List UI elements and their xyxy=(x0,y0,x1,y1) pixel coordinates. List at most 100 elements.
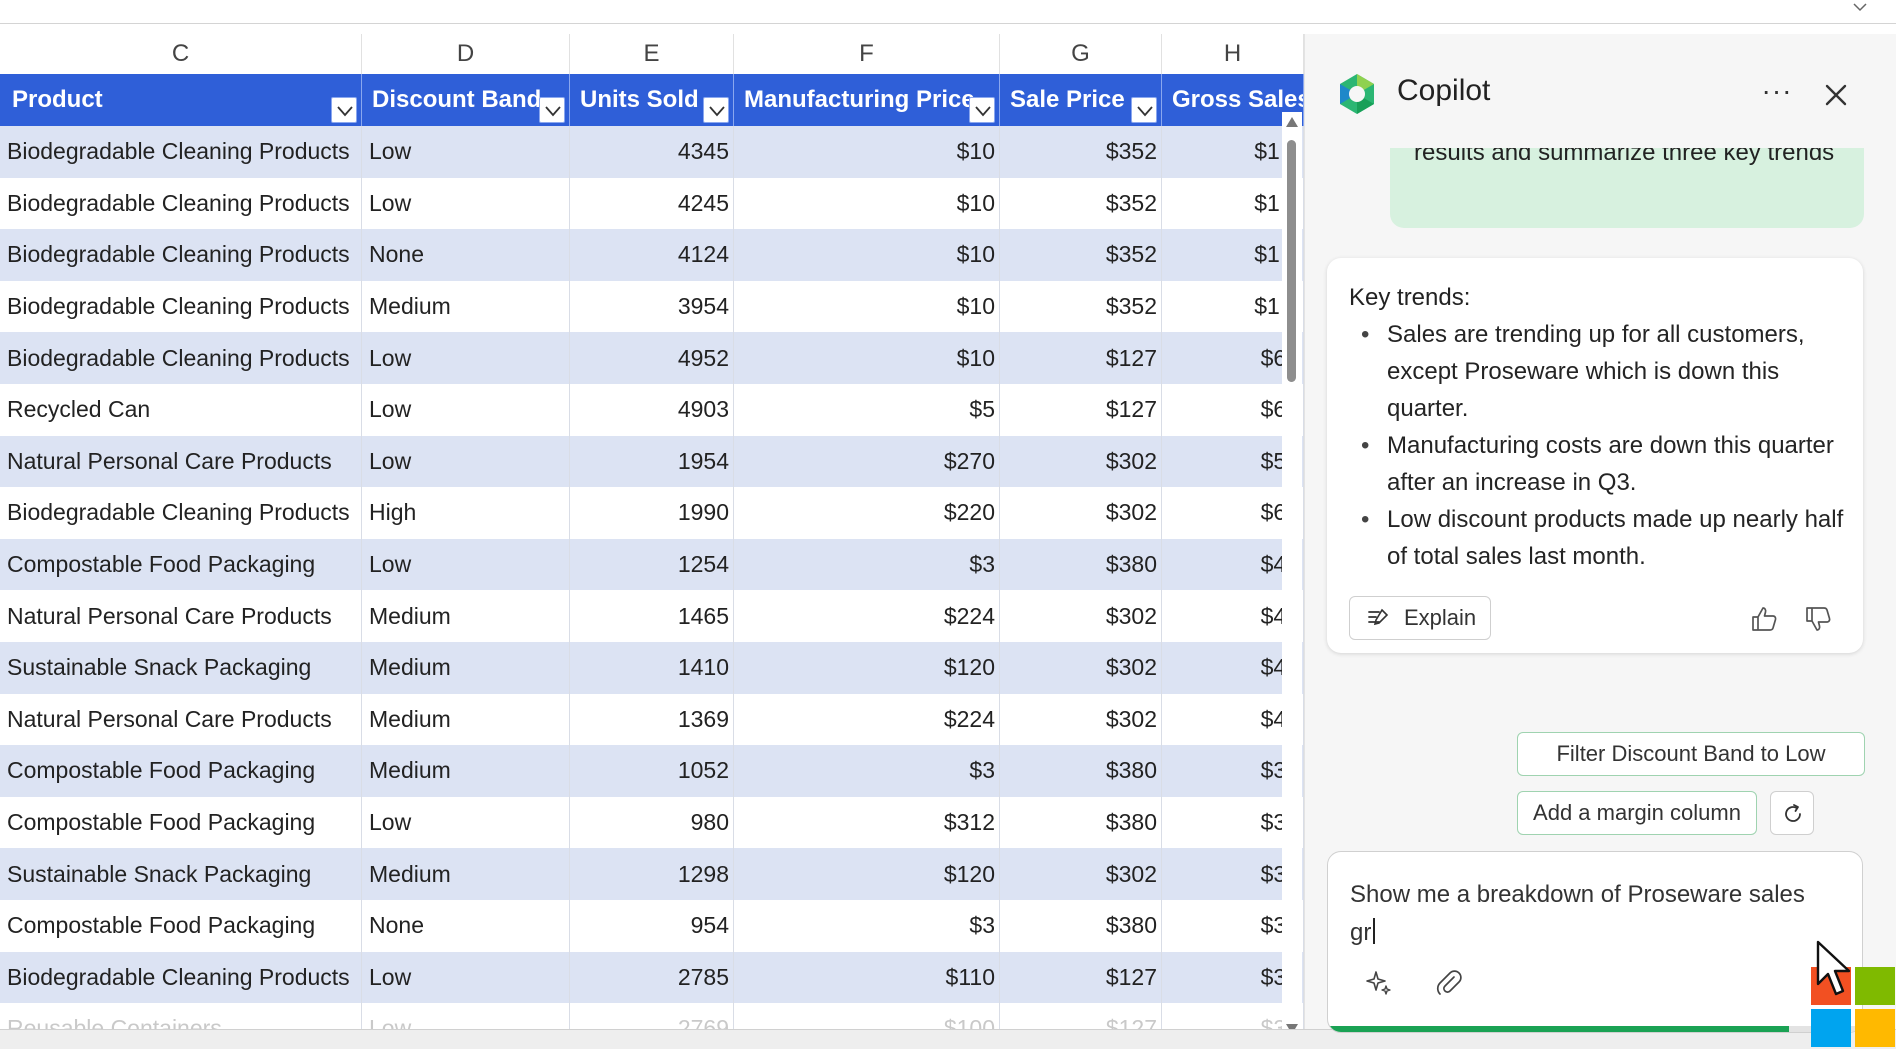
close-icon[interactable] xyxy=(1819,78,1853,112)
table-cell[interactable]: $10 xyxy=(734,126,1000,178)
table-cell[interactable]: Medium xyxy=(362,280,570,333)
table-cell[interactable]: 1990 xyxy=(570,487,734,539)
table-cell[interactable]: $10 xyxy=(734,229,1000,281)
table-cell[interactable]: Biodegradable Cleaning Products xyxy=(0,126,362,178)
column-letter[interactable]: D xyxy=(362,34,570,74)
table-cell[interactable]: $380 xyxy=(1000,899,1162,952)
table-cell[interactable]: 1954 xyxy=(570,435,734,488)
table-cell[interactable]: Low xyxy=(362,383,570,436)
column-letter[interactable]: F xyxy=(734,34,1000,74)
explain-button[interactable]: Explain xyxy=(1349,596,1491,640)
thumbs-up-icon[interactable] xyxy=(1749,604,1779,634)
table-cell[interactable]: 2769 xyxy=(570,1003,734,1029)
column-letter[interactable]: G xyxy=(1000,34,1162,74)
table-cell[interactable]: $220 xyxy=(734,487,1000,539)
table-cell[interactable]: Low xyxy=(362,538,570,591)
table-cell[interactable]: Natural Personal Care Products xyxy=(0,693,362,746)
table-cell[interactable]: $127 xyxy=(1000,332,1162,384)
table-cell[interactable]: Compostable Food Packaging xyxy=(0,796,362,849)
table-cell[interactable]: Low xyxy=(362,177,570,230)
table-cell[interactable]: Medium xyxy=(362,693,570,746)
table-cell[interactable]: $302 xyxy=(1000,693,1162,746)
table-cell[interactable]: 3954 xyxy=(570,280,734,333)
table-cell[interactable]: $302 xyxy=(1000,848,1162,900)
table-cell[interactable]: $224 xyxy=(734,590,1000,642)
table-header-cell[interactable]: Discount Band xyxy=(362,74,570,126)
table-cell[interactable]: Medium xyxy=(362,641,570,694)
table-cell[interactable]: Low xyxy=(362,126,570,178)
filter-dropdown-button[interactable] xyxy=(539,97,565,123)
table-cell[interactable]: Low xyxy=(362,435,570,488)
scrollbar-thumb[interactable] xyxy=(1287,140,1296,382)
filter-dropdown-button[interactable] xyxy=(969,97,995,123)
table-cell[interactable]: $352 xyxy=(1000,280,1162,333)
table-cell[interactable]: Natural Personal Care Products xyxy=(0,590,362,642)
table-cell[interactable]: $5 xyxy=(734,383,1000,436)
table-cell[interactable]: 1369 xyxy=(570,693,734,746)
table-cell[interactable]: $302 xyxy=(1000,435,1162,488)
table-cell[interactable]: 4124 xyxy=(570,229,734,281)
table-cell[interactable]: $3 xyxy=(734,538,1000,591)
table-cell[interactable]: Biodegradable Cleaning Products xyxy=(0,177,362,230)
table-cell[interactable]: Sustainable Snack Packaging xyxy=(0,848,362,900)
table-cell[interactable]: 980 xyxy=(570,796,734,849)
more-options-button[interactable]: ··· xyxy=(1757,77,1797,110)
table-cell[interactable]: $352 xyxy=(1000,177,1162,230)
table-cell[interactable]: Reusable Containers xyxy=(0,1003,362,1029)
filter-dropdown-button[interactable] xyxy=(331,97,357,123)
chat-input-field[interactable]: Show me a breakdown of Proseware sales g… xyxy=(1350,876,1820,952)
table-cell[interactable]: Biodegradable Cleaning Products xyxy=(0,487,362,539)
table-cell[interactable]: $10 xyxy=(734,280,1000,333)
scroll-up-icon[interactable] xyxy=(1285,116,1299,128)
table-cell[interactable]: 1254 xyxy=(570,538,734,591)
chat-input-box[interactable]: Show me a breakdown of Proseware sales g… xyxy=(1327,851,1863,1033)
table-cell[interactable]: Biodegradable Cleaning Products xyxy=(0,229,362,281)
table-cell[interactable]: $120 xyxy=(734,848,1000,900)
suggestion-filter-low[interactable]: Filter Discount Band to Low xyxy=(1517,732,1865,776)
table-cell[interactable]: 4952 xyxy=(570,332,734,384)
suggestion-margin-column[interactable]: Add a margin column xyxy=(1517,791,1757,835)
table-cell[interactable]: Low xyxy=(362,1003,570,1029)
table-cell[interactable]: $380 xyxy=(1000,538,1162,591)
table-cell[interactable]: Low xyxy=(362,332,570,384)
table-cell[interactable]: $380 xyxy=(1000,796,1162,849)
table-header-cell[interactable]: Product xyxy=(0,74,362,126)
table-header-cell[interactable]: Units Sold xyxy=(570,74,734,126)
table-cell[interactable]: $380 xyxy=(1000,745,1162,797)
table-cell[interactable]: $3 xyxy=(734,745,1000,797)
table-cell[interactable]: None xyxy=(362,229,570,281)
table-cell[interactable]: $110 xyxy=(734,951,1000,1004)
table-cell[interactable]: Low xyxy=(362,951,570,1004)
table-cell[interactable]: $10 xyxy=(734,177,1000,230)
table-cell[interactable]: $352 xyxy=(1000,126,1162,178)
table-cell[interactable]: $302 xyxy=(1000,641,1162,694)
table-cell[interactable]: $302 xyxy=(1000,590,1162,642)
filter-dropdown-button[interactable] xyxy=(703,97,729,123)
table-cell[interactable]: 1298 xyxy=(570,848,734,900)
column-letter[interactable]: H xyxy=(1162,34,1304,74)
table-cell[interactable]: $224 xyxy=(734,693,1000,746)
table-cell[interactable]: Biodegradable Cleaning Products xyxy=(0,951,362,1004)
table-cell[interactable]: Biodegradable Cleaning Products xyxy=(0,332,362,384)
table-cell[interactable]: $10 xyxy=(734,332,1000,384)
column-letter[interactable]: E xyxy=(570,34,734,74)
table-cell[interactable]: 1465 xyxy=(570,590,734,642)
table-cell[interactable]: Compostable Food Packaging xyxy=(0,538,362,591)
paperclip-icon[interactable] xyxy=(1434,968,1464,998)
table-cell[interactable]: $270 xyxy=(734,435,1000,488)
thumbs-down-icon[interactable] xyxy=(1803,604,1833,634)
table-cell[interactable]: Compostable Food Packaging xyxy=(0,745,362,797)
table-cell[interactable]: $127 xyxy=(1000,1003,1162,1029)
table-cell[interactable]: Medium xyxy=(362,590,570,642)
table-cell[interactable]: 1410 xyxy=(570,641,734,694)
table-cell[interactable]: Medium xyxy=(362,745,570,797)
table-cell[interactable]: Compostable Food Packaging xyxy=(0,899,362,952)
vertical-scrollbar[interactable] xyxy=(1282,112,1302,1029)
sparkle-icon[interactable] xyxy=(1364,968,1394,998)
table-cell[interactable]: 954 xyxy=(570,899,734,952)
column-letter[interactable]: C xyxy=(0,34,362,74)
table-cell[interactable]: High xyxy=(362,487,570,539)
table-cell[interactable]: Recycled Can xyxy=(0,383,362,436)
table-cell[interactable]: Medium xyxy=(362,848,570,900)
table-cell[interactable]: $312 xyxy=(734,796,1000,849)
